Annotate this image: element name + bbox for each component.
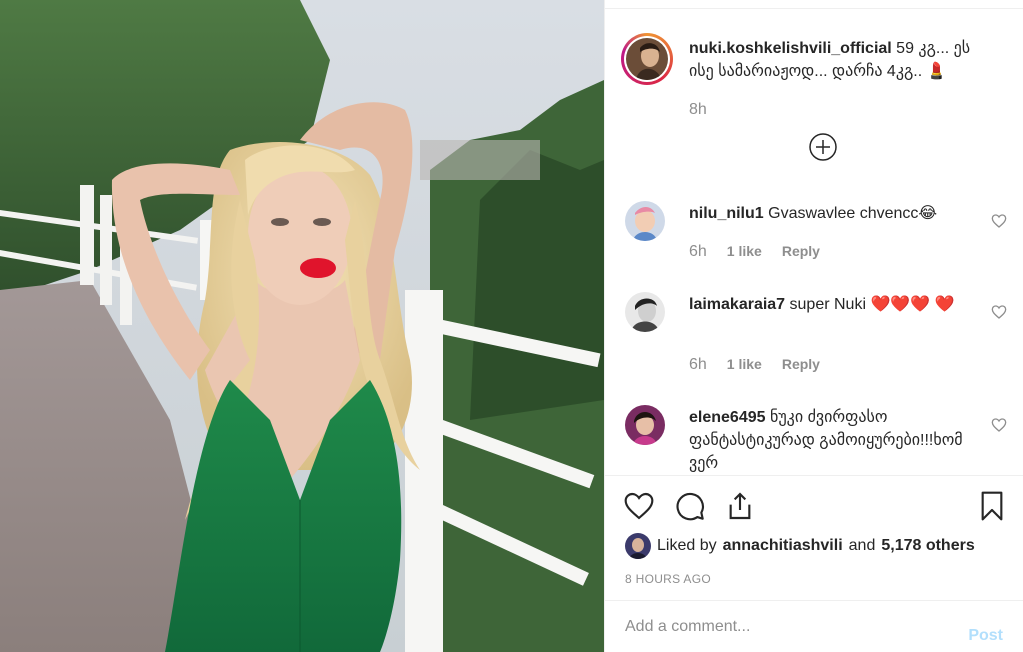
comment-like-heart-icon[interactable]	[991, 213, 1007, 229]
liker-avatar[interactable]	[625, 533, 651, 559]
comment-body: Gvaswavlee chvencc😂	[763, 205, 938, 222]
comment-input[interactable]	[625, 615, 945, 639]
caption-text: nuki.koshkelishvili_official 59 კგ... ეს…	[689, 37, 979, 83]
post-sidebar: nuki.koshkelishvili_official 59 კგ... ეს…	[604, 0, 1023, 652]
comment-likes[interactable]: 1 like	[727, 356, 762, 372]
caption-time[interactable]: 8h	[689, 101, 707, 119]
comment-text: laimakaraia7 super Nuki ❤️❤️❤️ ❤️	[689, 293, 979, 316]
liked-by-prefix: Liked by	[657, 537, 717, 554]
likes-summary: Liked by annachitiashvili and 5,178 othe…	[625, 533, 975, 559]
post-timestamp[interactable]: 8 HOURS AGO	[625, 572, 711, 586]
comment-reply-button[interactable]: Reply	[782, 356, 820, 372]
add-comment-bar: Post	[605, 600, 1023, 652]
liked-by-user[interactable]: annachitiashvili	[723, 537, 843, 555]
heart-icon[interactable]	[623, 490, 655, 522]
share-icon[interactable]	[724, 490, 756, 522]
comments-scroll-area[interactable]: nuki.koshkelishvili_official 59 კგ... ეს…	[605, 9, 1023, 475]
comment-avatar[interactable]	[625, 201, 665, 241]
comment-meta: 6h 1 like Reply	[689, 243, 820, 261]
action-bar	[605, 476, 1023, 536]
comment-avatar[interactable]	[625, 292, 665, 332]
post-photo[interactable]	[0, 0, 604, 652]
comment-avatar-image	[625, 201, 665, 241]
comment-body: super Nuki ❤️❤️❤️ ❤️	[785, 296, 955, 313]
comment-meta: 6h 1 like Reply	[689, 356, 820, 374]
caption-avatar-image	[626, 38, 668, 80]
bookmark-icon[interactable]	[976, 490, 1008, 522]
liked-by-and: and	[848, 537, 876, 554]
comment-avatar-image	[625, 405, 665, 445]
comment-like-heart-icon[interactable]	[991, 417, 1007, 433]
comment-text: nilu_nilu1 Gvaswavlee chvencc😂	[689, 202, 979, 225]
comment-username[interactable]: nilu_nilu1	[689, 205, 764, 222]
comment-username[interactable]: elene6495	[689, 409, 766, 426]
comment-likes[interactable]: 1 like	[727, 243, 762, 259]
plus-circle-icon[interactable]	[808, 132, 838, 162]
comment-time[interactable]: 6h	[689, 243, 707, 261]
comment-avatar-image	[625, 292, 665, 332]
comment-like-heart-icon[interactable]	[991, 304, 1007, 320]
comment-username[interactable]: laimakaraia7	[689, 296, 785, 313]
comment-reply-button[interactable]: Reply	[782, 243, 820, 259]
caption-meta: 8h	[689, 101, 707, 119]
post-photo-image	[0, 0, 604, 652]
comment-avatar[interactable]	[625, 405, 665, 445]
comment-time[interactable]: 6h	[689, 356, 707, 374]
caption-username[interactable]: nuki.koshkelishvili_official	[689, 40, 892, 57]
comment-text: elene6495 ნუკი ძვირფასო ფანტასტიკურად გა…	[689, 406, 979, 475]
comment-icon[interactable]	[674, 490, 706, 522]
caption-avatar[interactable]	[621, 33, 673, 85]
post-comment-button[interactable]: Post	[968, 627, 1003, 645]
liked-by-others[interactable]: 5,178 others	[881, 537, 974, 555]
